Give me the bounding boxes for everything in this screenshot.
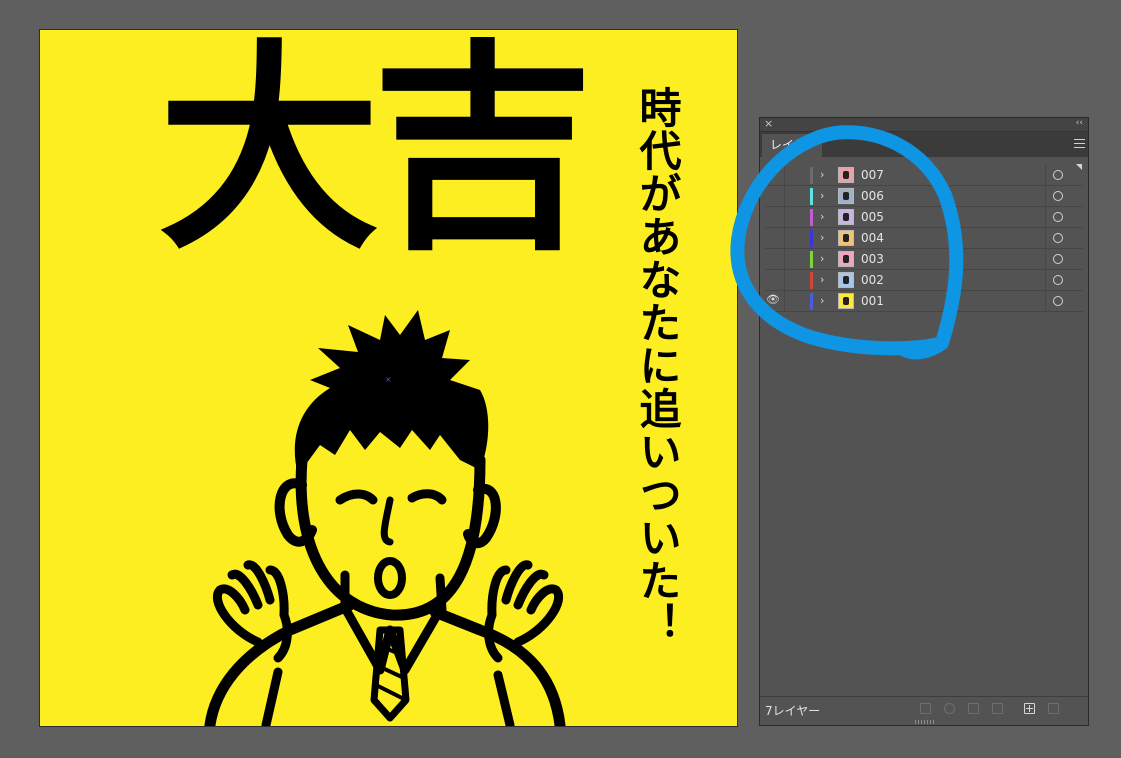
layers-panel[interactable]: × ‹‹ レイヤー › 007 › 006 › 005 › 004 › 003 › 002 👁 › 001 … xyxy=(759,117,1089,726)
clipping-mask-icon[interactable] xyxy=(968,703,979,714)
visibility-toggle[interactable] xyxy=(765,165,783,185)
artboard[interactable]: 大吉 時代があなたに追いついた！ × xyxy=(40,30,737,726)
layer-name[interactable]: 005 xyxy=(861,207,884,227)
panel-footer: 7レイヤー xyxy=(760,696,1088,725)
trash-icon[interactable] xyxy=(1048,703,1059,714)
new-layer-icon[interactable] xyxy=(1024,703,1035,714)
layer-name[interactable]: 002 xyxy=(861,270,884,290)
layer-row[interactable]: › 002 xyxy=(765,270,1083,291)
tab-layers[interactable]: レイヤー xyxy=(762,134,822,157)
visibility-toggle[interactable] xyxy=(765,228,783,248)
svg-text:×: × xyxy=(385,375,392,384)
target-circle-icon[interactable] xyxy=(1053,254,1063,264)
visibility-toggle[interactable] xyxy=(765,270,783,290)
layer-name[interactable]: 003 xyxy=(861,249,884,269)
layer-row[interactable]: › 003 xyxy=(765,249,1083,270)
expand-chevron-icon[interactable]: › xyxy=(820,186,824,206)
target-circle-icon[interactable] xyxy=(1053,191,1063,201)
target-circle-icon[interactable] xyxy=(1053,275,1063,285)
visibility-toggle[interactable] xyxy=(765,249,783,269)
layer-name[interactable]: 006 xyxy=(861,186,884,206)
layer-thumbnail xyxy=(838,188,854,204)
expand-chevron-icon[interactable]: › xyxy=(820,291,824,311)
lock-toggle[interactable] xyxy=(784,165,806,185)
lock-toggle[interactable] xyxy=(784,249,806,269)
target-circle-icon[interactable] xyxy=(1053,212,1063,222)
lock-toggle[interactable] xyxy=(784,291,806,311)
layer-list: › 007 › 006 › 005 › 004 › 003 › 002 👁 › 001 xyxy=(765,165,1083,312)
layer-row[interactable]: › 005 xyxy=(765,207,1083,228)
layer-thumbnail xyxy=(838,230,854,246)
layer-row[interactable]: › 006 xyxy=(765,186,1083,207)
layer-row[interactable]: › 007 xyxy=(765,165,1083,186)
cartoon-character-illustration: × xyxy=(204,310,566,726)
panel-tab-bar: レイヤー xyxy=(760,132,1088,157)
layer-thumbnail xyxy=(838,209,854,225)
expand-chevron-icon[interactable]: › xyxy=(820,270,824,290)
expand-chevron-icon[interactable]: › xyxy=(820,249,824,269)
layer-row[interactable]: 👁 › 001 xyxy=(765,291,1083,312)
layer-color-bar xyxy=(810,251,813,268)
expand-chevron-icon[interactable]: › xyxy=(820,228,824,248)
export-icon[interactable] xyxy=(920,703,931,714)
panel-title-bar[interactable]: × ‹‹ xyxy=(760,117,1088,132)
lock-toggle[interactable] xyxy=(784,270,806,290)
eye-icon[interactable]: 👁 xyxy=(766,293,780,306)
expand-chevron-icon[interactable]: › xyxy=(820,165,824,185)
visibility-toggle[interactable]: 👁 xyxy=(765,291,783,311)
layer-name[interactable]: 007 xyxy=(861,165,884,185)
visibility-toggle[interactable] xyxy=(765,207,783,227)
layer-thumbnail xyxy=(838,251,854,267)
layer-thumbnail xyxy=(838,272,854,288)
close-icon[interactable]: × xyxy=(764,117,773,130)
target-circle-icon[interactable] xyxy=(1053,233,1063,243)
resize-grip[interactable] xyxy=(915,720,935,724)
layer-name[interactable]: 001 xyxy=(861,291,884,311)
layer-thumbnail xyxy=(838,167,854,183)
search-icon[interactable] xyxy=(944,703,955,714)
target-circle-icon[interactable] xyxy=(1053,296,1063,306)
sublayer-icon[interactable] xyxy=(992,703,1003,714)
lock-toggle[interactable] xyxy=(784,207,806,227)
layer-color-bar xyxy=(810,188,813,205)
panel-menu-icon[interactable] xyxy=(1074,139,1085,148)
expand-chevron-icon[interactable]: › xyxy=(820,207,824,227)
lock-toggle[interactable] xyxy=(784,228,806,248)
layer-color-bar xyxy=(810,209,813,226)
hair xyxy=(294,310,489,475)
layer-color-bar xyxy=(810,272,813,289)
visibility-toggle[interactable] xyxy=(765,186,783,206)
layer-color-bar xyxy=(810,230,813,247)
layer-name[interactable]: 004 xyxy=(861,228,884,248)
layer-thumbnail xyxy=(838,293,854,309)
layer-count: 7レイヤー xyxy=(765,704,821,718)
target-circle-icon[interactable] xyxy=(1053,170,1063,180)
collapse-icon[interactable]: ‹‹ xyxy=(1076,117,1083,130)
layer-color-bar xyxy=(810,167,813,184)
layer-row[interactable]: › 004 xyxy=(765,228,1083,249)
lock-toggle[interactable] xyxy=(784,186,806,206)
layer-color-bar xyxy=(810,293,813,310)
